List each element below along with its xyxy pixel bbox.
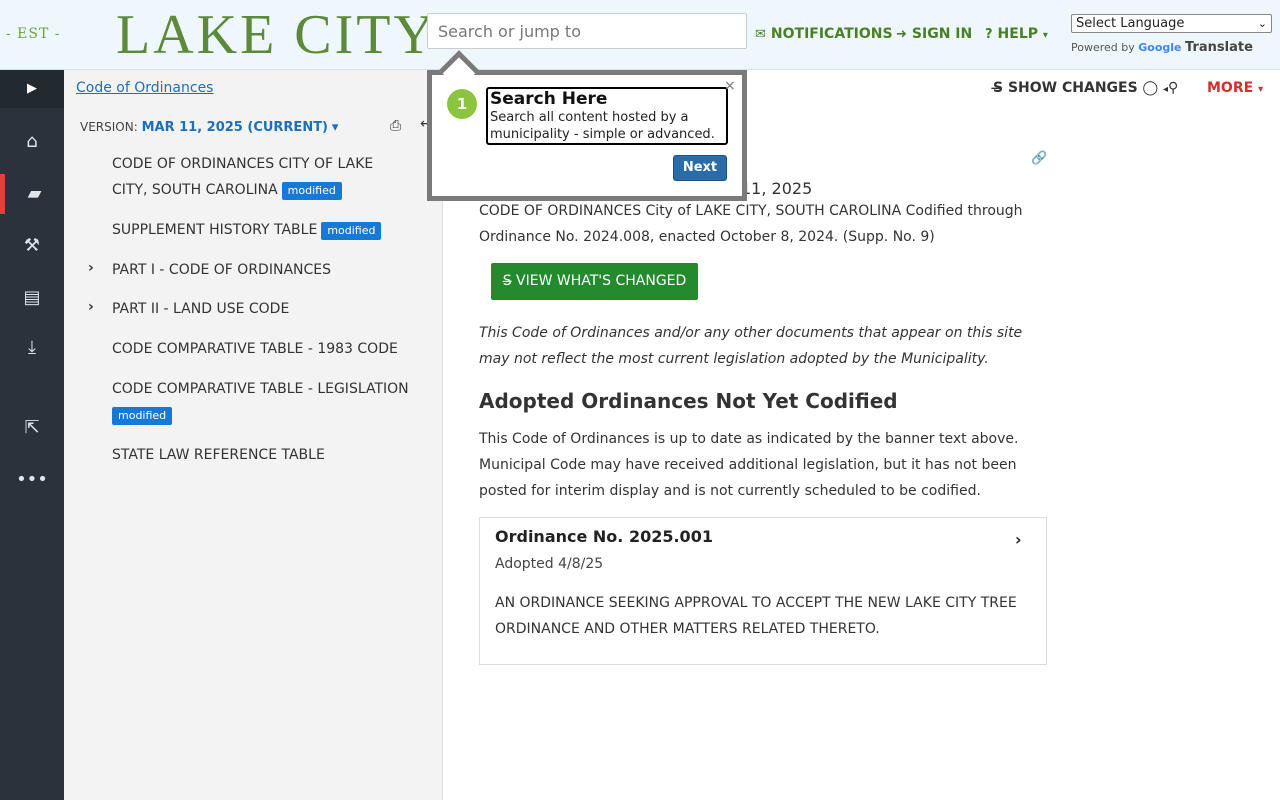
search-icon: ⚲	[1168, 80, 1179, 96]
close-icon[interactable]: ×	[724, 78, 736, 94]
toc-item-supplement-history[interactable]: SUPPLEMENT HISTORY TABLE modified	[112, 217, 412, 243]
download-button[interactable]: ⤓	[0, 328, 64, 368]
chevron-right-icon[interactable]: ›	[88, 299, 94, 315]
download-icon: ⤓	[28, 337, 36, 358]
toc-panel: Code of Ordinances VERSION: MAR 11, 2025…	[64, 70, 443, 800]
language-select-value: Select Language	[1076, 16, 1185, 31]
expand-rail-button[interactable]: ▶	[0, 70, 64, 108]
external-link-button[interactable]: ⇱	[0, 408, 64, 448]
ordinance-card[interactable]: Ordinance No. 2025.001 Adopted 4/8/25 AN…	[479, 517, 1047, 665]
toc-item-code-of-ordinances[interactable]: CODE OF ORDINANCES CITY OF LAKE CITY, SO…	[112, 151, 412, 203]
google-logo: Google	[1138, 41, 1182, 54]
gavel-icon: ⚒	[23, 235, 41, 256]
chevron-down-icon: ⌄	[1257, 17, 1267, 30]
toc-item-comparative-legislation[interactable]: CODE COMPARATIVE TABLE - LEGISLATION modi…	[112, 376, 412, 428]
toc-item-label: CODE COMPARATIVE TABLE - LEGISLATION	[112, 381, 409, 397]
notifications-label: NOTIFICATIONS	[770, 26, 893, 42]
show-changes-label: SHOW CHANGES	[1007, 80, 1138, 96]
help-label: HELP	[997, 26, 1039, 42]
toc-item-part-i[interactable]: PART I - CODE OF ORDINANCES	[112, 257, 412, 283]
sign-in-icon: ➜	[896, 27, 907, 42]
documents-button[interactable]: ▤	[0, 278, 64, 318]
sign-in-label: SIGN IN	[911, 26, 973, 42]
modified-badge: modified	[112, 407, 173, 425]
home-icon: ⌂	[26, 131, 38, 152]
more-dropdown[interactable]: MORE ▾	[1207, 80, 1263, 96]
home-button[interactable]: ⌂	[0, 122, 64, 162]
logo-est: - EST -	[6, 26, 61, 42]
book-icon: ▰	[27, 183, 42, 204]
document-icon: ▤	[23, 287, 41, 308]
strikethrough-icon: S̶	[502, 273, 512, 289]
codes-button[interactable]: ▰	[0, 174, 64, 214]
toc-item-part-ii[interactable]: PART II - LAND USE CODE	[112, 296, 412, 322]
chevron-right-icon[interactable]: ›	[88, 260, 94, 276]
toc-item-comparative-1983[interactable]: CODE COMPARATIVE TABLE - 1983 CODE	[112, 336, 412, 362]
link-icon[interactable]: 🔗	[1031, 151, 1047, 166]
tour-text: Search all content hosted by a municipal…	[490, 110, 715, 142]
site-logo[interactable]: LAKE CITY	[116, 4, 428, 66]
caret-down-icon: ▾	[331, 120, 339, 135]
envelope-icon: ✉	[755, 27, 766, 42]
modified-badge: modified	[321, 222, 382, 240]
toc-item-label: SUPPLEMENT HISTORY TABLE	[112, 222, 318, 238]
search-in-doc-button[interactable]: ◂⚲	[1163, 80, 1178, 96]
notifications-link[interactable]: ✉ NOTIFICATIONS	[755, 26, 893, 42]
view-changed-label: VIEW WHAT'S CHANGED	[516, 273, 687, 289]
codified-line-1: CODE OF ORDINANCES City of LAKE CITY, SO…	[479, 203, 1023, 219]
ellipsis-icon: •••	[16, 469, 48, 490]
tour-title: Search Here	[490, 89, 608, 109]
question-circle-icon: ?	[985, 27, 993, 42]
version-selector[interactable]: VERSION: MAR 11, 2025 (CURRENT) ▾	[80, 120, 338, 135]
external-link-icon: ⇱	[24, 417, 40, 438]
toc-item-label: STATE LAW REFERENCE TABLE	[112, 447, 325, 463]
left-rail: ▶ ⌂ ▰ ⚒ ▤ ⤓ ⇱ •••	[0, 70, 64, 800]
version-label: VERSION:	[80, 120, 138, 134]
legislation-button[interactable]: ⚒	[0, 226, 64, 266]
codified-line-2: Ordinance No. 2024.008, enacted October …	[479, 229, 935, 245]
powered-by-google: Powered by Google Translate	[1071, 40, 1253, 55]
tour-step-number: 1	[447, 89, 477, 119]
strikethrough-icon: S̶	[993, 80, 1004, 96]
print-icon[interactable]: ⎙	[390, 118, 401, 134]
ordinance-adopted-date: Adopted 4/8/25	[495, 556, 604, 572]
modified-badge: modified	[281, 182, 342, 200]
site-header: - EST - LAKE CITY Search or jump to ✉ NOT…	[0, 0, 1280, 70]
show-changes-toggle[interactable]: S̶ SHOW CHANGES ◯	[993, 80, 1158, 96]
powered-by-label: Powered by	[1071, 41, 1135, 54]
disclaimer-text: This Code of Ordinances and/or any other…	[479, 325, 1023, 367]
caret-down-icon: ▾	[1042, 30, 1048, 41]
toc-item-label: PART II - LAND USE CODE	[112, 301, 290, 317]
ordinance-title: Ordinance No. 2025.001	[495, 527, 713, 546]
tour-content: Search Here Search all content hosted by…	[486, 87, 728, 145]
translate-label: Translate	[1185, 40, 1253, 55]
more-tools-button[interactable]: •••	[0, 460, 64, 500]
search-input[interactable]: Search or jump to	[427, 13, 747, 49]
sign-in-link[interactable]: ➜ SIGN IN	[896, 26, 972, 42]
toc-item-label: PART I - CODE OF ORDINANCES	[112, 262, 331, 278]
chevron-right-icon[interactable]: ›	[1015, 530, 1022, 549]
language-select[interactable]: Select Language ⌄	[1071, 14, 1272, 33]
toc-item-state-law[interactable]: STATE LAW REFERENCE TABLE	[112, 442, 412, 468]
adopted-heading: Adopted Ordinances Not Yet Codified	[479, 389, 898, 413]
view-whats-changed-button[interactable]: S̶ VIEW WHAT'S CHANGED	[491, 263, 698, 300]
ordinance-description: AN ORDINANCE SEEKING APPROVAL TO ACCEPT …	[495, 595, 1017, 637]
caret-down-icon: ▾	[1258, 84, 1264, 95]
adopted-paragraph: This Code of Ordinances is up to date as…	[479, 431, 1019, 499]
chevron-right-icon: ▶	[27, 81, 37, 96]
version-value: MAR 11, 2025 (CURRENT)	[141, 120, 329, 135]
help-dropdown[interactable]: ? HELP ▾	[985, 26, 1048, 42]
toggle-icon: ◯	[1142, 80, 1159, 96]
breadcrumb[interactable]: Code of Ordinances	[76, 80, 213, 96]
tour-next-button[interactable]: Next	[673, 155, 727, 181]
more-label: MORE	[1207, 80, 1254, 96]
toc-item-label: CODE COMPARATIVE TABLE - 1983 CODE	[112, 341, 398, 357]
